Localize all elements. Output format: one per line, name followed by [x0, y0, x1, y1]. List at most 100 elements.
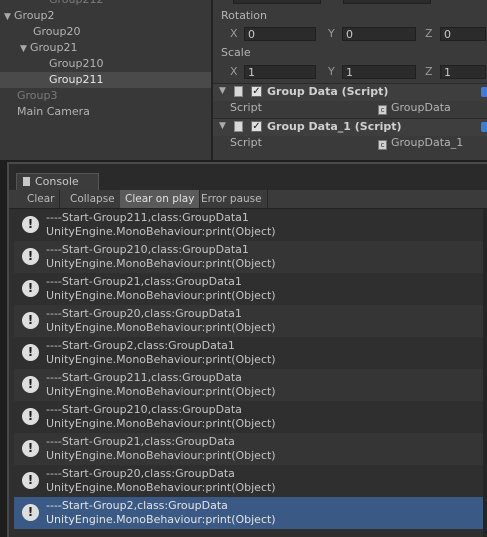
console-log-entry[interactable]: ! ----Start-Group21,class:GroupData UnityE…: [14, 433, 487, 465]
rotation-y-label: Y: [328, 27, 335, 40]
log-message: ----Start-Group21,class:GroupData1: [46, 275, 242, 288]
scale-y-field[interactable]: 1: [342, 65, 416, 79]
clear-on-play-toggle[interactable]: Clear on play: [120, 190, 201, 208]
script-field-label: Script: [230, 101, 262, 114]
tab-console-label: Console: [35, 175, 79, 188]
hierarchy-item-label: Group210: [49, 57, 104, 70]
hierarchy-item[interactable]: ▼ Group2: [0, 8, 212, 24]
console-log-entry[interactable]: ! ----Start-Group210,class:GroupData1 Unit…: [14, 241, 487, 273]
log-info-icon: !: [22, 216, 39, 233]
console-log-entry[interactable]: ! ----Start-Group21,class:GroupData1 Unity…: [14, 273, 487, 305]
hierarchy-item-label: Group21: [30, 41, 78, 54]
log-message: ----Start-Group211,class:GroupData1: [46, 211, 249, 224]
expand-arrow-icon[interactable]: ▼: [4, 9, 14, 25]
console-log-entry[interactable]: ! ----Start-Group2,class:GroupData UnityEn…: [14, 497, 487, 529]
component-enabled-checkbox[interactable]: ✓: [251, 86, 262, 97]
console-log-entry[interactable]: ! ----Start-Group20,class:GroupData1 Unity…: [14, 305, 487, 337]
log-info-icon: !: [22, 312, 39, 329]
hierarchy-item[interactable]: Main Camera: [0, 104, 212, 120]
scale-y-label: Y: [328, 65, 335, 78]
log-info-icon: !: [22, 376, 39, 393]
hierarchy-item-label: Group3: [17, 89, 58, 102]
hierarchy-item-label: Group20: [33, 25, 81, 38]
component-header-group-data[interactable]: ▼ ✓ Group Data (Script): [213, 83, 487, 101]
rotation-x-field[interactable]: 0: [244, 27, 316, 41]
log-message: ----Start-Group211,class:GroupData: [46, 371, 242, 384]
console-log-entry[interactable]: ! ----Start-Group211,class:GroupData Unity…: [14, 369, 487, 401]
log-message: ----Start-Group210,class:GroupData1: [46, 243, 249, 256]
log-message: ----Start-Group20,class:GroupData: [46, 467, 235, 480]
script-reference-field[interactable]: c GroupData_1: [378, 136, 463, 150]
hierarchy-item[interactable]: Group3: [0, 88, 212, 104]
script-reference-value: GroupData: [391, 101, 451, 114]
scale-x-field[interactable]: 1: [244, 65, 316, 79]
hierarchy-panel: Group212▼Group2Group20▼Group21Group210Gr…: [0, 0, 212, 160]
log-stack-trace: UnityEngine.MonoBehaviour:print(Object): [46, 225, 276, 238]
log-info-icon: !: [22, 472, 39, 489]
log-message: ----Start-Group2,class:GroupData1: [46, 339, 235, 352]
help-icon[interactable]: [481, 122, 487, 132]
script-field-label: Script: [230, 136, 262, 149]
component-title: Group Data (Script): [267, 85, 389, 98]
console-tab-bar: Console: [9, 164, 487, 190]
inspector-field-top-right[interactable]: [343, 0, 431, 4]
hierarchy-item[interactable]: Group212: [0, 0, 212, 8]
console-scrollbar[interactable]: [483, 209, 487, 537]
script-page-icon: [234, 121, 243, 132]
log-info-icon: !: [22, 504, 39, 521]
component-enabled-checkbox[interactable]: ✓: [251, 121, 262, 132]
help-icon[interactable]: [481, 87, 487, 97]
scale-z-field[interactable]: 1: [440, 65, 486, 79]
console-tab-icon: [23, 177, 30, 186]
log-stack-trace: UnityEngine.MonoBehaviour:print(Object): [46, 481, 276, 494]
hierarchy-item[interactable]: Group20: [0, 24, 212, 40]
log-info-icon: !: [22, 408, 39, 425]
log-info-icon: !: [22, 248, 39, 265]
log-stack-trace: UnityEngine.MonoBehaviour:print(Object): [46, 289, 276, 302]
csharp-script-icon: c: [378, 140, 387, 150]
console-window: Console Clear Collapse Clear on play Err…: [7, 162, 487, 537]
hierarchy-item-label: Group2: [14, 9, 55, 22]
csharp-script-icon: c: [378, 105, 387, 115]
tab-console[interactable]: Console: [16, 173, 99, 190]
collapse-button[interactable]: Collapse: [65, 190, 121, 208]
log-message: ----Start-Group20,class:GroupData1: [46, 307, 242, 320]
log-message: ----Start-Group2,class:GroupData: [46, 499, 228, 512]
hierarchy-item-label: Group211: [49, 73, 104, 86]
script-reference-value: GroupData_1: [391, 136, 464, 149]
expand-arrow-icon[interactable]: ▼: [20, 41, 30, 57]
console-log-list: ! ----Start-Group211,class:GroupData1 Unit…: [9, 209, 487, 537]
rotation-z-label: Z: [425, 27, 433, 40]
console-log-entry[interactable]: ! ----Start-Group2,class:GroupData1 UnityE…: [14, 337, 487, 369]
hierarchy-item[interactable]: Group211: [0, 72, 212, 88]
component-title: Group Data_1 (Script): [267, 120, 402, 133]
log-message: ----Start-Group21,class:GroupData: [46, 435, 235, 448]
rotation-y-field[interactable]: 0: [342, 27, 416, 41]
rotation-x-label: X: [230, 27, 238, 40]
console-log-entry[interactable]: ! ----Start-Group20,class:GroupData UnityE…: [14, 465, 487, 497]
log-stack-trace: UnityEngine.MonoBehaviour:print(Object): [46, 513, 276, 526]
script-reference-field[interactable]: c GroupData: [378, 101, 451, 115]
component-header-group-data-1[interactable]: ▼ ✓ Group Data_1 (Script): [213, 118, 487, 136]
script-page-icon: [234, 86, 243, 97]
log-stack-trace: UnityEngine.MonoBehaviour:print(Object): [46, 353, 276, 366]
fold-arrow-icon[interactable]: ▼: [219, 86, 226, 96]
scale-label: Scale: [221, 46, 251, 59]
clear-button[interactable]: Clear: [22, 190, 61, 208]
rotation-z-field[interactable]: 0: [440, 27, 486, 41]
inspector-field-top-left[interactable]: [233, 0, 321, 4]
hierarchy-item[interactable]: ▼ Group21: [0, 40, 212, 56]
hierarchy-item-label: Group212: [49, 0, 103, 6]
log-info-icon: !: [22, 440, 39, 457]
log-message: ----Start-Group210,class:GroupData: [46, 403, 242, 416]
log-stack-trace: UnityEngine.MonoBehaviour:print(Object): [46, 257, 276, 270]
error-pause-toggle[interactable]: Error pause: [196, 190, 268, 208]
fold-arrow-icon[interactable]: ▼: [219, 121, 226, 131]
scale-z-label: Z: [425, 65, 433, 78]
console-log-entry[interactable]: ! ----Start-Group211,class:GroupData1 Unit…: [14, 209, 487, 241]
console-log-entry[interactable]: ! ----Start-Group210,class:GroupData Unity…: [14, 401, 487, 433]
hierarchy-item[interactable]: Group210: [0, 56, 212, 72]
log-stack-trace: UnityEngine.MonoBehaviour:print(Object): [46, 385, 276, 398]
log-stack-trace: UnityEngine.MonoBehaviour:print(Object): [46, 321, 276, 334]
scale-x-label: X: [230, 65, 238, 78]
